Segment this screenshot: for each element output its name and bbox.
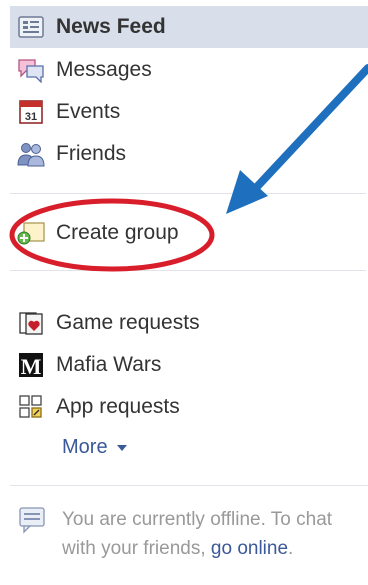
red-circle-annotation	[9, 198, 215, 272]
blue-arrow-annotation	[226, 64, 368, 214]
annotation-overlay	[9, 64, 368, 272]
